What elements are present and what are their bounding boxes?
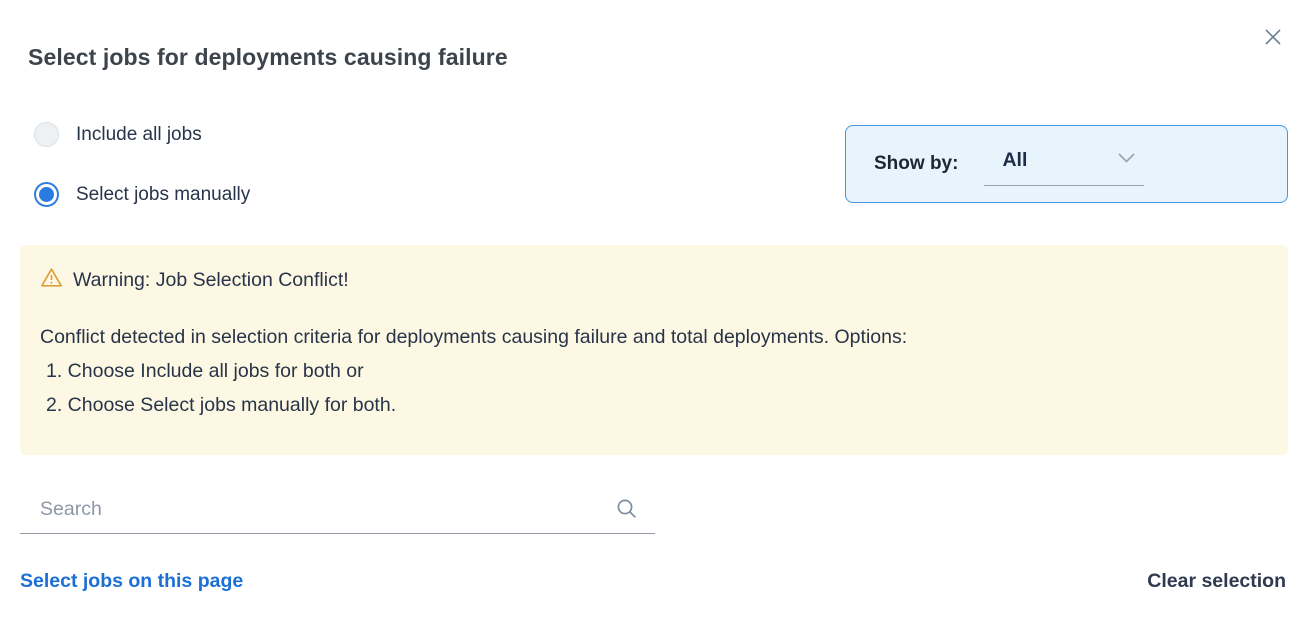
- radio-label: Include all jobs: [76, 124, 202, 146]
- job-selection-modal: Select jobs for deployments causing fail…: [0, 0, 1308, 630]
- show-by-select[interactable]: All: [984, 149, 1144, 186]
- show-by-label: Show by:: [874, 153, 958, 175]
- search-input[interactable]: [20, 486, 655, 533]
- radio-label: Select jobs manually: [76, 184, 250, 206]
- show-by-panel: Show by: All: [845, 125, 1288, 203]
- warning-heading-row: Warning: Job Selection Conflict!: [40, 267, 1268, 294]
- chevron-down-icon: [1117, 151, 1136, 169]
- search-field: [20, 486, 655, 534]
- close-button[interactable]: [1256, 22, 1290, 56]
- page-title: Select jobs for deployments causing fail…: [28, 44, 508, 71]
- show-by-selected-value: All: [1002, 149, 1027, 172]
- warning-triangle-icon: [40, 267, 63, 294]
- warning-option-2: 2. Choose Select jobs manually for both.: [40, 388, 1268, 422]
- warning-body-text: Conflict detected in selection criteria …: [40, 320, 1268, 354]
- radio-circle-icon: [34, 122, 59, 147]
- radio-select-jobs-manually[interactable]: Select jobs manually: [34, 182, 250, 207]
- radio-circle-icon: [34, 182, 59, 207]
- warning-banner: Warning: Job Selection Conflict! Conflic…: [20, 245, 1288, 455]
- select-jobs-on-page-link[interactable]: Select jobs on this page: [20, 570, 243, 593]
- warning-option-1: 1. Choose Include all jobs for both or: [40, 354, 1268, 388]
- radio-include-all-jobs[interactable]: Include all jobs: [34, 122, 202, 147]
- close-icon: [1262, 26, 1284, 53]
- clear-selection-button[interactable]: Clear selection: [1147, 570, 1286, 593]
- warning-heading: Warning: Job Selection Conflict!: [73, 269, 349, 292]
